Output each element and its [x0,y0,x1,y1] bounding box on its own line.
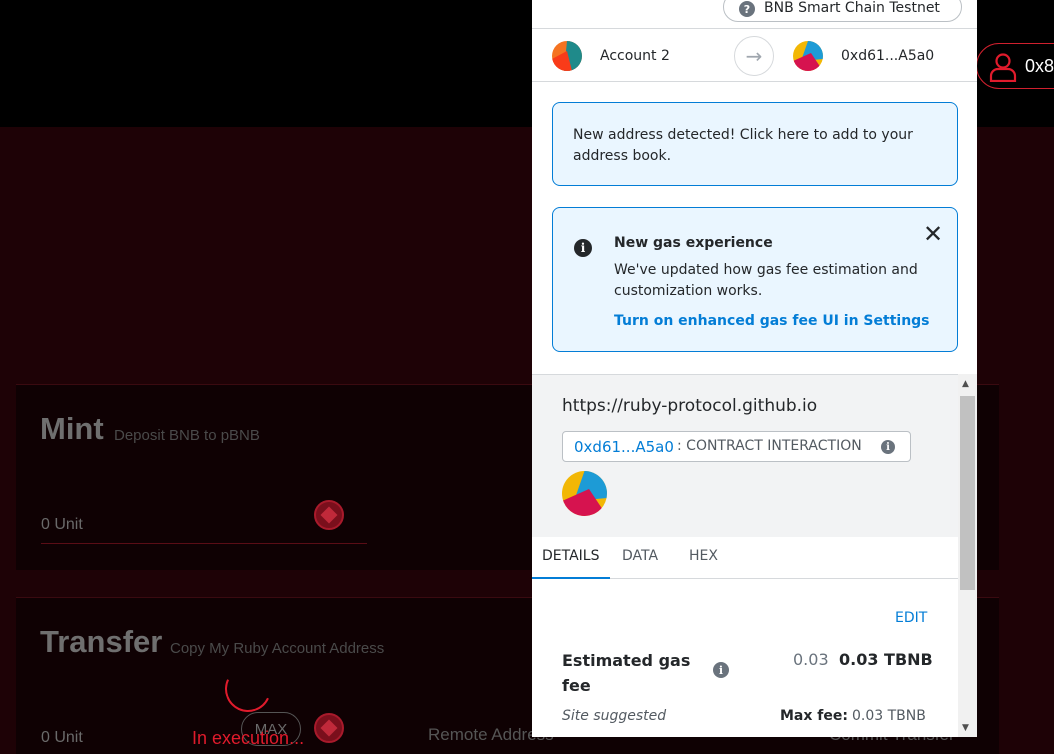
tab-data[interactable]: DATA [622,548,658,564]
tab-hex[interactable]: HEX [689,548,718,564]
to-account-address[interactable]: 0xd61...A5a0 [841,48,934,64]
dapp-account-address: 0x8 [1025,56,1054,76]
user-icon [989,53,1017,82]
gas-alert-title: New gas experience [614,235,773,251]
network-selector[interactable]: ? BNB Smart Chain Testnet [723,0,962,22]
network-name: BNB Smart Chain Testnet [764,0,940,16]
contract-interaction-pill: 0xd61...A5a0 : CONTRACT INTERACTION i [562,431,911,462]
arrow-right-icon: → [734,36,774,76]
mint-title: Mint [40,411,104,446]
gas-settings-link[interactable]: Turn on enhanced gas fee UI in Settings [614,313,930,329]
token-icon [314,713,344,743]
scroll-down-icon[interactable]: ▼ [962,723,969,733]
new-address-alert-text: New address detected! Click here to add … [573,127,913,164]
gas-fee-fiat: 0.03 [793,650,829,669]
mint-subtitle: Deposit BNB to pBNB [114,427,260,444]
scrollbar[interactable]: ▲ ▼ [958,374,977,737]
origin-url: https://ruby-protocol.github.io [562,396,818,416]
gas-experience-alert: i New gas experience We've updated how g… [552,207,958,352]
gas-fee-value: 0.03 TBNB [839,650,933,669]
metamask-popup: ? BNB Smart Chain Testnet Account 2 → 0x… [532,0,977,737]
tab-details[interactable]: DETAILS [542,548,599,564]
request-origin-section: https://ruby-protocol.github.io 0xd61...… [532,374,958,537]
execution-status: In execution... [192,728,305,748]
mint-amount-input[interactable]: 0 Unit [41,516,83,534]
sender-recipient-row: Account 2 → 0xd61...A5a0 [532,28,977,82]
max-fee-label: Max fee: [780,708,848,724]
contract-interaction-label: : CONTRACT INTERACTION [677,438,862,454]
token-icon [314,500,344,530]
scrollbar-thumb[interactable] [960,396,975,590]
details-panel: EDIT Estimated gas fee i 0.03 0.03 TBNB … [532,579,958,737]
transfer-title: Transfer [40,624,163,659]
from-account-identicon [552,41,582,71]
transaction-tabs: DETAILS DATA HEX [532,537,958,579]
loading-spinner-icon [218,659,278,719]
site-identicon [562,471,607,516]
info-icon: i [574,239,592,257]
info-icon[interactable]: i [881,440,895,454]
close-icon[interactable]: ✕ [923,220,943,248]
site-suggested-label: Site suggested [562,708,667,724]
from-account-name[interactable]: Account 2 [600,48,670,64]
mint-input-underline [41,543,367,544]
transfer-amount-input[interactable]: 0 Unit [41,729,83,747]
dapp-account-button[interactable]: 0x8 [976,43,1054,89]
edit-gas-button[interactable]: EDIT [895,610,927,626]
new-address-alert[interactable]: New address detected! Click here to add … [552,102,958,186]
info-icon[interactable]: i [713,662,729,678]
max-fee-value: 0.03 TBNB [852,708,926,724]
to-account-identicon [793,41,823,71]
contract-address-link[interactable]: 0xd61...A5a0 [574,438,674,456]
gas-alert-body: We've updated how gas fee estimation and… [614,262,918,299]
scroll-up-icon[interactable]: ▲ [962,379,969,389]
transfer-subtitle[interactable]: Copy My Ruby Account Address [170,640,384,657]
estimated-gas-label: Estimated gas fee [562,651,691,695]
question-icon: ? [739,1,755,17]
